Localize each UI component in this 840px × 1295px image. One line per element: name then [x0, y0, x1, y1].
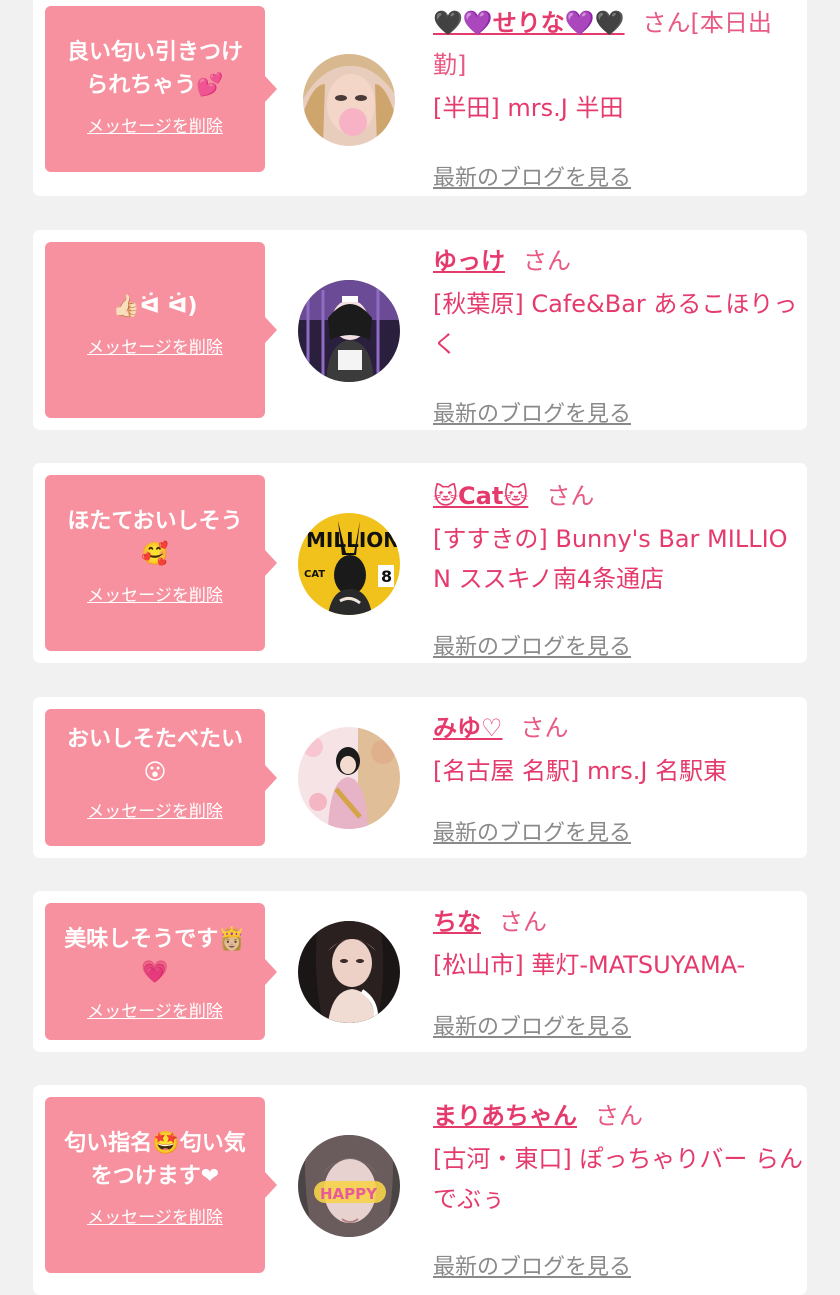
latest-blog-link[interactable]: 最新のブログを見る [433, 629, 631, 661]
message-bubble: 良い匂い引きつけられちゃう💕 メッセージを削除 [45, 6, 277, 172]
cast-name-link[interactable]: みゆ♡ [433, 714, 503, 742]
magazine-number: 8 [381, 567, 392, 586]
cast-honorific: さん [499, 908, 547, 936]
shop-name: [秋葉原] Cafe&Bar あるこほりっく [433, 290, 798, 358]
shop-name: [名古屋 名駅] mrs.J 名駅東 [433, 757, 728, 785]
shop-name: [すすきの] Bunny's Bar MILLION ススキノ南4条通店 [433, 525, 788, 593]
message-card: 美味しそうです👸🏼💗 メッセージを削除 ちな さん [松山市] 華灯-MATSUY… [33, 891, 807, 1052]
cast-name-link[interactable]: ちな [433, 908, 481, 936]
magazine-name: CAT [304, 569, 325, 580]
message-card: 良い匂い引きつけられちゃう💕 メッセージを削除 🖤💜せりな💜🖤 さん[本日出勤] … [33, 0, 807, 196]
delete-message-link[interactable]: メッセージを削除 [87, 1203, 223, 1228]
cast-name-link[interactable]: 🐱Cat🐱 [433, 482, 528, 510]
delete-message-link[interactable]: メッセージを削除 [87, 797, 223, 822]
cast-honorific: さん [523, 247, 571, 275]
message-text: おいしそたべたい😮 [66, 727, 243, 785]
cast-name-link[interactable]: 🖤💜せりな💜🖤 [433, 9, 625, 37]
cast-name-line: 🐱Cat🐱 さん [433, 475, 803, 517]
cast-name-line: ゆっけ さん [433, 240, 803, 282]
cast-info: まりあちゃん さん [古河・東口] ぽっちゃりバー らんでぶぅ 最新のブログを見る [433, 1095, 803, 1280]
latest-blog-link[interactable]: 最新のブログを見る [433, 1249, 631, 1281]
cast-info: ちな さん [松山市] 華灯-MATSUYAMA- 最新のブログを見る [433, 901, 803, 1040]
message-text: 美味しそうです👸🏼💗 [64, 927, 246, 985]
message-bubble: 美味しそうです👸🏼💗 メッセージを削除 [45, 903, 277, 1040]
latest-blog-link[interactable]: 最新のブログを見る [433, 396, 631, 428]
cast-name-link[interactable]: ゆっけ [433, 247, 505, 275]
shop-name: [古河・東口] ぽっちゃりバー らんでぶぅ [433, 1145, 803, 1213]
cast-honorific: さん [520, 714, 569, 742]
message-text: 良い匂い引きつけられちゃう💕 [66, 40, 243, 98]
latest-blog-link[interactable]: 最新のブログを見る [433, 1009, 631, 1041]
magazine-title: MILLION [306, 528, 400, 552]
shop-name: [半田] mrs.J 半田 [433, 94, 624, 122]
cast-name-link[interactable]: まりあちゃん [433, 1102, 577, 1130]
message-text: 👍🏻ᐛ ᐛ) [112, 294, 198, 319]
delete-message-link[interactable]: メッセージを削除 [87, 997, 223, 1022]
message-text: ほたておいしそう🥰 [67, 509, 243, 567]
delete-message-link[interactable]: メッセージを削除 [87, 112, 223, 137]
message-card: ほたておいしそう🥰 メッセージを削除 MILLION CAT 8 🐱Cat🐱 さん… [33, 463, 807, 663]
message-card: 👍🏻ᐛ ᐛ) メッセージを削除 ゆっけ さん [秋葉原] Cafe&Bar あるこ… [33, 230, 807, 430]
cast-name-line: みゆ♡ さん [433, 707, 803, 749]
message-bubble: 匂い指名🤩匂い気をつけます❤ メッセージを削除 [45, 1097, 277, 1273]
avatar[interactable] [298, 727, 400, 829]
message-bubble: 👍🏻ᐛ ᐛ) メッセージを削除 [45, 242, 277, 418]
avatar[interactable]: MILLION CAT 8 [298, 513, 400, 615]
cast-info: みゆ♡ さん [名古屋 名駅] mrs.J 名駅東 最新のブログを見る [433, 707, 803, 846]
cast-info: 🖤💜せりな💜🖤 さん[本日出勤] [半田] mrs.J 半田 最新のブログを見る [433, 2, 803, 191]
avatar[interactable] [298, 921, 400, 1023]
cast-honorific: さん [546, 482, 595, 510]
avatar[interactable] [298, 280, 400, 382]
message-bubble: ほたておいしそう🥰 メッセージを削除 [45, 475, 277, 651]
latest-blog-link[interactable]: 最新のブログを見る [433, 160, 631, 192]
message-card: 匂い指名🤩匂い気をつけます❤ メッセージを削除 HAPPY まりあちゃん さん [… [33, 1085, 807, 1295]
message-card: おいしそたべたい😮 メッセージを削除 みゆ♡ さん [名古屋 名駅] mrs.J … [33, 697, 807, 858]
delete-message-link[interactable]: メッセージを削除 [87, 333, 223, 358]
cast-name-line: 🖤💜せりな💜🖤 さん[本日出勤] [433, 2, 803, 86]
shop-name: [松山市] 華灯-MATSUYAMA- [433, 951, 746, 979]
cast-name-line: まりあちゃん さん [433, 1095, 803, 1137]
avatar[interactable]: HAPPY [298, 1135, 400, 1237]
latest-blog-link[interactable]: 最新のブログを見る [433, 815, 631, 847]
cast-info: 🐱Cat🐱 さん [すすきの] Bunny's Bar MILLION ススキノ南… [433, 475, 803, 660]
cast-name-line: ちな さん [433, 901, 803, 943]
delete-message-link[interactable]: メッセージを削除 [87, 581, 223, 606]
happy-glasses-text: HAPPY [320, 1185, 378, 1203]
message-bubble: おいしそたべたい😮 メッセージを削除 [45, 709, 277, 846]
cast-honorific: さん [595, 1102, 643, 1130]
cast-info: ゆっけ さん [秋葉原] Cafe&Bar あるこほりっく 最新のブログを見る [433, 240, 803, 427]
message-text: 匂い指名🤩匂い気をつけます❤ [64, 1131, 246, 1189]
avatar[interactable] [303, 54, 395, 146]
